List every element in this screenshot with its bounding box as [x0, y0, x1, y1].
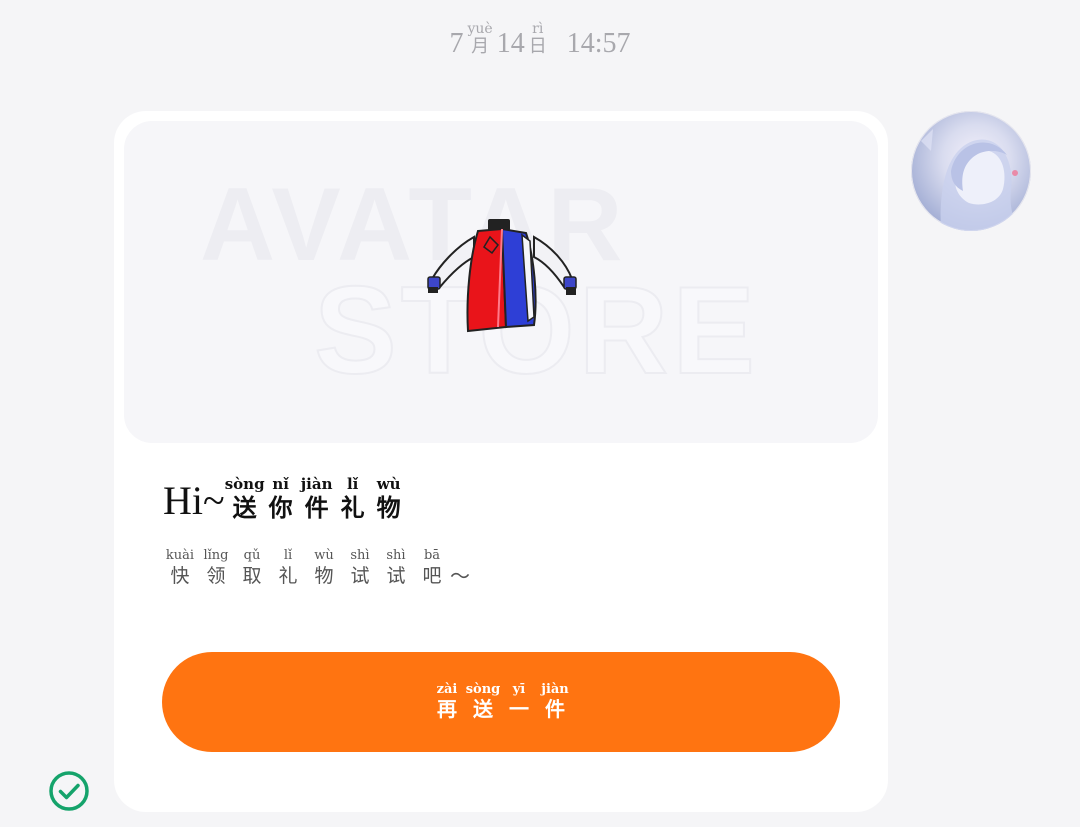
message-timestamp: 7 yuè 月 14 rì 日 14:57: [0, 22, 1080, 61]
subtitle-char: shì 试: [386, 548, 406, 588]
timestamp-day-char: rì 日: [528, 21, 547, 57]
timestamp-day: 14: [496, 28, 525, 59]
sender-avatar[interactable]: [911, 111, 1031, 231]
subtitle-char: bā 吧: [422, 548, 442, 588]
title-char: lǐ 礼: [340, 475, 365, 522]
check-circle-icon: [49, 771, 89, 811]
timestamp-month-char: yuè 月: [467, 21, 493, 57]
subtitle-char: kuài 快: [165, 548, 195, 588]
title-prefix: Hi~: [163, 478, 225, 523]
button-char: zài 再: [436, 682, 458, 722]
subtitle-char: lǐ 礼: [278, 548, 298, 588]
subtitle-suffix: ～: [450, 564, 470, 588]
button-char: yī 一: [509, 682, 529, 722]
timestamp-time: 14:57: [566, 28, 631, 59]
button-char: jiàn 件: [541, 682, 569, 722]
gift-title: Hi~ sòng 送 nǐ 你 jiàn 件 lǐ 礼 wù 物: [163, 476, 407, 524]
button-char: sòng 送: [465, 682, 501, 722]
subtitle-char: wù 物: [314, 548, 334, 588]
subtitle-char: lǐng 领: [203, 548, 229, 588]
avatar-image: [921, 129, 1021, 231]
subtitle-char: qǔ 取: [242, 548, 262, 588]
send-another-button[interactable]: zài 再 sòng 送 yī 一 jiàn 件: [162, 652, 840, 752]
subtitle-char: shì 试: [350, 548, 370, 588]
title-char: jiàn 件: [300, 475, 333, 522]
gift-message-card[interactable]: AVATAR STORE Hi~ sòng 送 nǐ 你 jiàn 件 lǐ 礼…: [114, 111, 888, 812]
title-char: sòng 送: [224, 475, 265, 522]
gift-subtitle: kuài 快 lǐng 领 qǔ 取 lǐ 礼 wù 物 shì 试 shì 试 bā 吧 ～: [162, 549, 470, 589]
title-char: wù 物: [376, 475, 401, 522]
timestamp-month: 7: [449, 28, 464, 59]
title-char: nǐ 你: [268, 475, 293, 522]
gift-banner: AVATAR STORE: [124, 121, 878, 443]
jacket-icon: [427, 219, 577, 333]
